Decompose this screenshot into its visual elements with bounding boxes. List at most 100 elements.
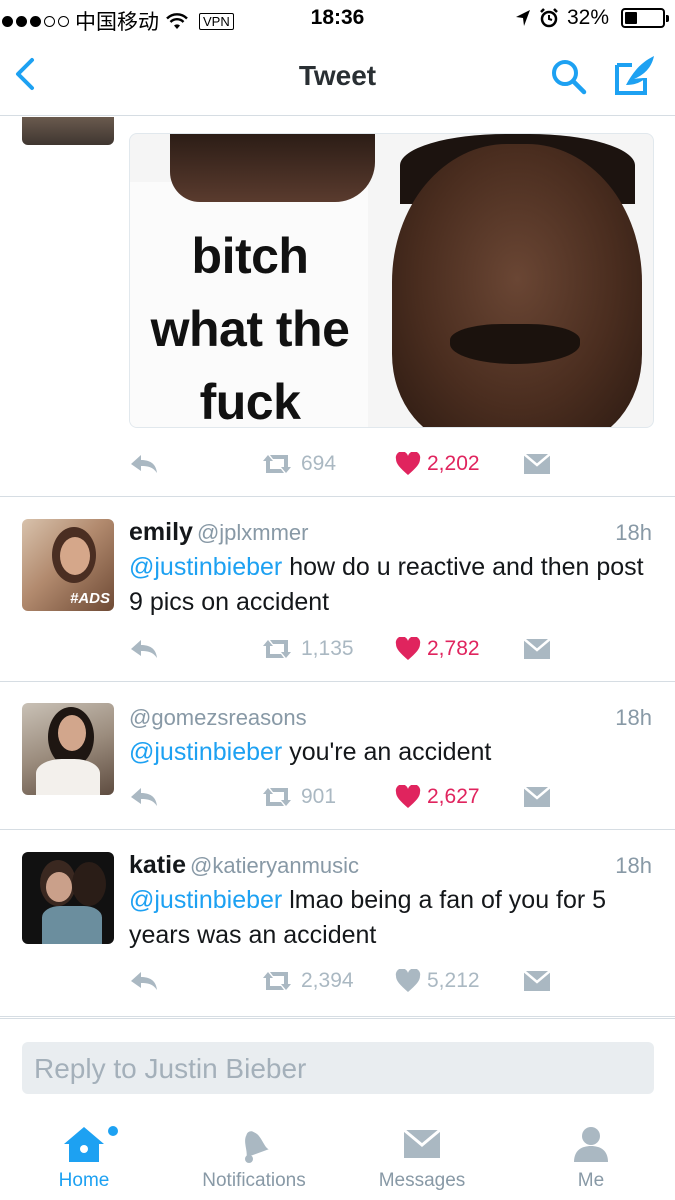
envelope-icon [523,786,551,807]
tab-home[interactable]: Home [4,1110,164,1192]
tweet-time: 18h [615,705,652,730]
heart-icon [395,637,421,660]
retweet-button[interactable]: 901 [259,785,336,809]
user-handle[interactable]: @katieryanmusic [190,853,359,878]
like-button[interactable]: 2,627 [395,785,480,809]
tab-label: Notifications [202,1170,306,1191]
tweet-text-body: you're an accident [282,738,492,766]
like-button[interactable]: 2,782 [395,637,480,661]
user-handle[interactable]: @jplxmmer [197,520,309,545]
tweet-time: 18h [615,520,652,545]
retweet-button[interactable]: 2,394 [259,969,354,993]
avatar[interactable]: #ADS [22,519,114,611]
tweet-header: @gomezsreasons 18h [129,703,654,737]
divider [0,681,675,682]
tweet-feed[interactable]: bitch what the fuck 694 2,202 #ADS emily… [0,117,675,1017]
avatar[interactable] [22,852,114,944]
reply-button[interactable] [129,786,159,808]
heart-icon [395,452,421,475]
direct-message-button[interactable] [523,453,551,475]
user-name[interactable]: katie [129,851,186,879]
direct-message-button[interactable] [523,970,551,992]
status-right: 32% [515,6,669,30]
retweet-button[interactable]: 1,135 [259,637,354,661]
notification-dot [108,1126,118,1136]
nav-bar: Tweet [0,40,675,116]
tab-label: Me [577,1170,605,1191]
heart-icon [395,969,421,992]
retweet-icon [263,640,291,658]
like-count: 5,212 [427,969,480,992]
like-button[interactable]: 2,202 [395,452,480,476]
avatar[interactable] [22,703,114,795]
bell-icon [245,1131,269,1163]
meme-face [392,144,642,427]
tab-messages[interactable]: Messages [342,1110,502,1192]
person-icon [574,1127,608,1162]
reply-icon [131,788,157,806]
direct-message-button[interactable] [523,638,551,660]
battery-percent: 32% [566,6,609,29]
envelope-icon [523,970,551,991]
retweet-icon [263,788,291,806]
home-icon [64,1127,104,1162]
tweet-time: 18h [615,853,652,878]
mention-link[interactable]: @justinbieber [129,738,282,766]
envelope-icon [523,638,551,659]
tweet-actions: 2,394 5,212 [129,965,551,997]
like-button[interactable]: 5,212 [395,969,480,993]
retweet-button[interactable]: 694 [259,452,336,476]
mention-link[interactable]: @justinbieber [129,553,282,581]
alarm-icon [540,8,558,28]
meme-sign-text: bitch what the fuck [150,228,350,428]
divider [0,829,675,830]
divider [0,496,675,497]
tab-notifications[interactable]: Notifications [174,1110,334,1192]
search-icon[interactable] [548,56,588,96]
tab-label: Messages [378,1170,466,1191]
tweet-header: katie @katieryanmusic 18h [129,851,654,885]
reply-button[interactable] [129,970,159,992]
reply-icon [131,455,157,473]
status-bar: 中国移动 VPN 18:36 32% [0,0,675,40]
retweet-icon [263,455,291,473]
like-count: 2,782 [427,637,480,660]
reply-button[interactable] [129,453,159,475]
tweet-actions: 901 2,627 [129,781,551,813]
envelope-icon [523,453,551,474]
reply-input[interactable]: Reply to Justin Bieber [22,1042,654,1094]
retweet-icon [263,972,291,990]
avatar[interactable] [22,117,114,145]
tab-bar: Home Notifications Messages Me [0,1110,675,1200]
reply-tweet[interactable]: #ADS emily @jplxmmer 18h @justinbieber ho… [0,518,675,681]
tweet-actions: 1,135 2,782 [129,633,551,665]
reply-icon [131,972,157,990]
tweet-media-image[interactable]: bitch what the fuck [129,133,654,428]
battery-icon [621,8,669,28]
reply-icon [131,640,157,658]
meme-hand [170,134,375,202]
retweet-count: 1,135 [301,637,354,660]
retweet-count: 2,394 [301,969,354,992]
tab-label: Home [58,1170,110,1191]
meme-mustache [450,324,580,364]
divider [0,1016,675,1019]
reply-tweet[interactable]: @gomezsreasons 18h @justinbieber you're … [0,703,675,829]
tweet-text: @justinbieber how do u reactive and then… [129,550,654,620]
tweet-header: emily @jplxmmer 18h [129,518,654,552]
retweet-count: 694 [301,452,337,475]
heart-icon [395,785,421,808]
user-name[interactable]: emily [129,518,193,546]
avatar-caption: #ADS [69,590,110,607]
compose-tweet-icon[interactable] [612,52,658,98]
mention-link[interactable]: @justinbieber [129,886,282,914]
reply-tweet[interactable]: katie @katieryanmusic 18h @justinbieber l… [0,851,675,1011]
tab-me[interactable]: Me [511,1110,671,1192]
retweet-count: 901 [301,785,337,808]
location-arrow-icon [515,10,530,26]
reply-button[interactable] [129,638,159,660]
user-handle[interactable]: @gomezsreasons [129,705,307,730]
direct-message-button[interactable] [523,786,551,808]
like-count: 2,202 [427,452,480,475]
tweet-text: @justinbieber lmao being a fan of you fo… [129,883,654,953]
